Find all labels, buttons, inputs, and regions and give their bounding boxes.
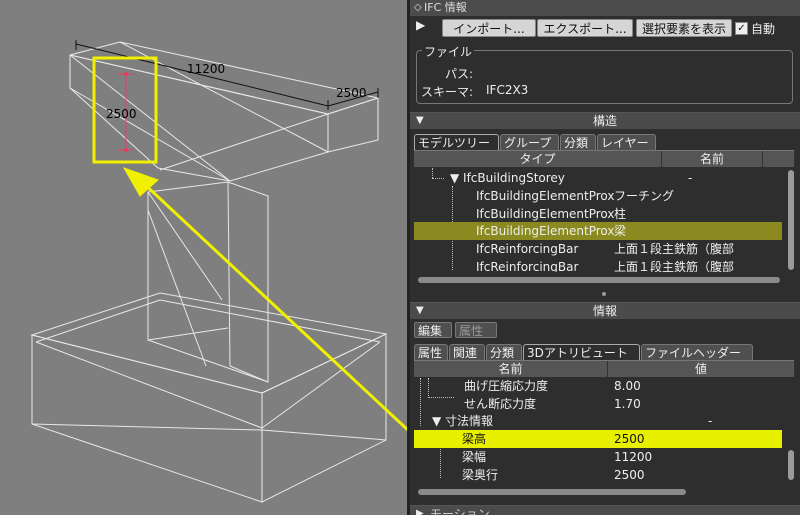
panel-titlebar[interactable]: ◇ IFC 情報 [410,0,800,16]
show-selected-button[interactable]: 選択要素を表示 [636,19,732,37]
structure-hscroll[interactable] [418,277,780,283]
motion-header-label: モーション [430,507,490,515]
schema-value: IFC2X3 [486,83,529,97]
tab-group[interactable]: グループ [500,134,559,150]
attribute-value: 2500 [614,432,645,446]
attribute-name: せん断応力度 [464,397,537,411]
tree-row-name: - [688,171,693,185]
auto-label: 自動 [751,22,776,36]
dim-height-label: 2500 [106,107,137,121]
ifc-info-panel: ◇ IFC 情報 ▶ インポート... エクスポート... 選択要素を表示 ✓ … [410,0,800,515]
tree-row[interactable]: ▼ IfcBuildingStorey - [414,169,782,187]
tab-layer[interactable]: レイヤー [597,134,656,150]
info-vscroll[interactable] [788,450,794,480]
tree-row[interactable]: IfcBuildingElementProx フーチング [414,187,782,205]
attribute-value: 1.70 [614,397,641,411]
attribute-menu[interactable]: 属性 [455,322,497,338]
info-section-header[interactable]: ▼ 情報 [410,302,800,319]
tree-row-name: 上面１段主鉄筋（腹部 [614,260,735,272]
attribute-name: 梁高 [462,432,487,446]
info-header-label: 情報 [592,304,617,318]
tree-row-name: 上面１段主鉄筋（腹部 [614,242,735,256]
col-header-value[interactable]: 値 [608,361,795,377]
col-header-type[interactable]: タイプ [414,151,662,167]
attribute-name: 梁幅 [462,450,487,464]
attribute-row[interactable]: 梁奥行 2500 [414,466,782,484]
tree-row-type: IfcReinforcingBar [476,242,579,256]
wireframe-model [30,40,407,503]
attribute-value: 11200 [614,450,653,464]
structure-section-header[interactable]: ▼ 構造 [410,112,800,129]
attribute-name: 曲げ圧縮応力度 [464,379,549,393]
tree-row-name: 柱 [614,207,627,221]
attribute-row[interactable]: 曲げ圧縮応力度 8.00 [414,377,782,395]
schema-label: スキーマ: [421,85,474,99]
tree-row-name: フーチング [614,189,675,203]
attribute-row[interactable]: 梁幅 11200 [414,448,782,466]
tree-row-type: ▼ IfcBuildingStorey [450,171,565,185]
col-header-name[interactable]: 名前 [662,151,763,167]
tab-classification[interactable]: 分類 [560,134,596,150]
tab-classification[interactable]: 分類 [486,344,522,360]
edit-menu[interactable]: 編集 [414,322,452,338]
play-icon[interactable]: ▶ [416,18,425,32]
attribute-name: ▼ 寸法情報 [432,414,494,428]
file-group-legend: ファイル [422,43,475,60]
export-button[interactable]: エクスポート... [537,19,633,37]
attribute-name: 梁奥行 [462,468,499,482]
attribute-row[interactable]: せん断応力度 1.70 [414,395,782,413]
attribute-value: - [708,414,713,428]
tree-row-type: IfcBuildingElementProx [476,189,615,203]
col-header-name[interactable]: 名前 [414,361,608,377]
auto-checkbox[interactable]: ✓ [735,22,748,35]
panel-title: IFC 情報 [424,1,467,14]
tree-row-selected[interactable]: IfcBuildingElementProx 梁 [414,222,782,240]
tree-row-name: 梁 [614,224,627,238]
tab-attributes[interactable]: 属性 [414,344,448,360]
structure-header-label: 構造 [592,114,617,128]
3d-viewport[interactable]: 11200 2500 2500 [0,0,407,515]
attribute-row-selected[interactable]: 梁高 2500 [414,430,782,448]
tree-row-type: IfcBuildingElementProx [476,224,615,238]
tree-row[interactable]: IfcReinforcingBar 上面１段主鉄筋（腹部 [414,240,782,258]
diamond-icon: ◇ [414,2,422,13]
info-hscroll[interactable] [418,489,686,495]
structure-vscroll[interactable] [788,170,794,270]
dim-width-label: 2500 [336,86,367,100]
tab-model-tree[interactable]: モデルツリー [414,134,499,150]
tree-row[interactable]: IfcReinforcingBar 上面１段主鉄筋（腹部 [414,258,782,272]
dim-length-label: 11200 [187,62,226,76]
callout-arrow [138,178,407,432]
tree-row-type: IfcReinforcingBar [476,260,579,272]
attribute-row[interactable]: ▼ 寸法情報 - [414,412,782,430]
collapse-triangle-icon[interactable]: ▶ [416,506,424,515]
attribute-value: 8.00 [614,379,641,393]
tree-row[interactable]: IfcBuildingElementProx 柱 [414,205,782,223]
tab-3d-attributes[interactable]: 3Dアトリビュート [523,344,640,360]
tab-relations[interactable]: 関連 [449,344,485,360]
splitter-handle[interactable] [602,292,606,296]
attribute-value: 2500 [614,468,645,482]
motion-section-header[interactable]: ▶ モーション [410,505,800,515]
col-header-empty [763,151,795,167]
import-button[interactable]: インポート... [442,19,536,37]
path-label: パス: [445,67,474,81]
tree-row-type: IfcBuildingElementProx [476,207,615,221]
tab-file-header[interactable]: ファイルヘッダー [641,344,753,360]
